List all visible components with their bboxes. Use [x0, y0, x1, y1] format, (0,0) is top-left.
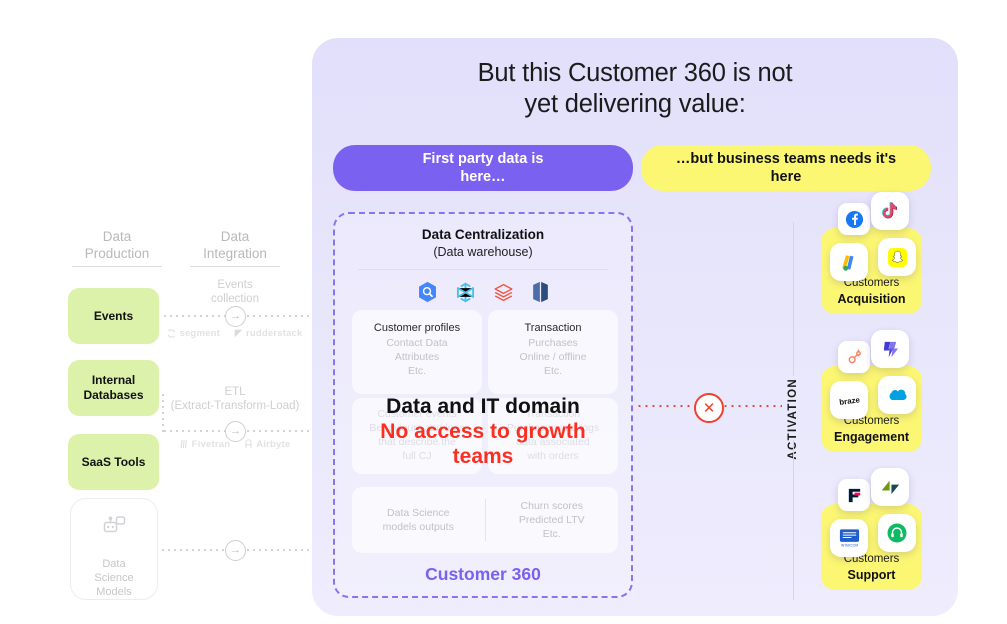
x-circle-icon: ✕: [694, 393, 724, 423]
card-ds-models-body: Data Science models outputs: [382, 507, 454, 533]
overlay-data-it-domain: Data and IT domain: [386, 395, 580, 418]
arrow-ds: →: [225, 540, 246, 561]
snapchat-icon[interactable]: [878, 238, 916, 276]
pill-first-party-data[interactable]: First party data is here…: [333, 145, 633, 191]
customer-360-label: Customer 360: [425, 564, 541, 584]
connector-etl-left: [162, 430, 226, 432]
column-header-data-integration: Data Integration: [203, 229, 267, 261]
card-data-science-outputs: Data Science models outputs Churn scores…: [352, 487, 618, 553]
redshift-icon: [531, 281, 550, 303]
hubspot-icon[interactable]: [838, 341, 870, 373]
diagram-canvas: Data Production Data Integration Events …: [0, 0, 1007, 624]
column-rule-integration: [190, 266, 280, 267]
helpdesk-icon[interactable]: [878, 514, 916, 552]
facebook-icon[interactable]: [838, 203, 870, 235]
rudderstack-icon: [234, 329, 243, 338]
arrow-etl: →: [225, 421, 246, 442]
card-customer-profiles-head: Customer profiles: [373, 322, 461, 334]
acquisition-line2: Acquisition: [837, 292, 906, 306]
arrow-glyph: →: [230, 310, 241, 322]
ds-models-label: Data Science Models: [94, 557, 134, 598]
connector-blocked-right: [722, 405, 782, 407]
connector-ds-left: [160, 549, 226, 551]
svg-text:braze: braze: [838, 395, 860, 407]
vendor-airbyte: Airbyte: [244, 439, 290, 450]
braze-icon[interactable]: braze: [830, 381, 868, 419]
card-transaction-head: Transaction: [524, 322, 582, 334]
connector-db-vertical: [162, 392, 164, 432]
vendor-row-events: segment rudderstack: [168, 326, 302, 340]
panel-title: But this Customer 360 is not yet deliver…: [477, 59, 793, 118]
intercom-icon[interactable]: INTERCOM: [830, 519, 868, 557]
data-centralization-rule: [358, 269, 608, 270]
databricks-icon: [493, 282, 514, 303]
source-box-data-science-models[interactable]: Data Science Models: [70, 498, 158, 600]
bigquery-icon: [417, 281, 438, 303]
support-line2: Support: [847, 568, 896, 582]
vendor-airbyte-label: Airbyte: [256, 438, 291, 450]
overlay-no-access: No access to growth teams: [380, 420, 586, 468]
vendor-segment: segment: [167, 327, 220, 339]
iterable-icon[interactable]: [871, 330, 909, 368]
salesforce-icon[interactable]: [878, 376, 916, 414]
card-transaction-body: Purchases Online / offline Etc.: [519, 337, 587, 377]
activation-rule-bottom: [793, 440, 794, 600]
front-icon[interactable]: [838, 479, 870, 511]
integration-label-events-collection: Events collection: [211, 279, 259, 305]
segment-icon: [167, 328, 176, 338]
card-transaction: Transaction Purchases Online / offline E…: [488, 310, 618, 394]
x-glyph: ✕: [702, 399, 716, 417]
card-customer-profiles-body: Contact Data Attributes Etc.: [386, 337, 448, 377]
warehouse-icon-row: [343, 278, 623, 306]
tiktok-icon[interactable]: [871, 192, 909, 230]
svg-text:INTERCOM: INTERCOM: [840, 544, 858, 548]
data-centralization-subtitle: (Data warehouse): [433, 245, 533, 259]
integration-label-etl: ETL (Extract-Transform-Load): [170, 386, 300, 412]
zendesk-icon[interactable]: [871, 468, 909, 506]
snowflake-icon: [455, 282, 476, 303]
source-box-events[interactable]: Events: [68, 288, 159, 344]
pill-business-teams[interactable]: …but business teams needs it's here: [641, 145, 931, 191]
arrow-events: →: [225, 306, 246, 327]
card-customer-profiles: Customer profiles Contact Data Attribute…: [352, 310, 482, 394]
arrow-glyph: →: [230, 425, 241, 437]
connector-blocked-left: [636, 405, 698, 407]
pill-left-label: First party data is here…: [422, 151, 544, 185]
arrow-glyph: →: [230, 544, 241, 556]
connector-events-left: [162, 315, 226, 317]
airbyte-icon: [244, 439, 253, 449]
vendor-fivetran: Fivetran: [180, 439, 231, 450]
engagement-line2: Engagement: [833, 430, 909, 444]
source-box-saas-tools[interactable]: SaaS Tools: [68, 434, 159, 490]
column-rule-production: [72, 266, 162, 267]
activation-rule-top: [793, 222, 794, 376]
google-ads-icon[interactable]: [830, 243, 868, 281]
pill-right-label: …but business teams needs it's here: [675, 151, 897, 185]
robot-icon: [101, 500, 127, 552]
vendor-segment-label: segment: [179, 327, 220, 339]
data-centralization-title: Data Centralization: [421, 227, 545, 242]
fivetran-icon: [180, 439, 189, 449]
vendor-fivetran-label: Fivetran: [191, 438, 231, 450]
card-churn-scores-body: Churn scores Predicted LTV Etc.: [518, 500, 585, 540]
vendor-rudderstack-label: rudderstack: [245, 327, 303, 339]
source-box-internal-databases[interactable]: Internal Databases: [68, 360, 159, 416]
column-header-data-production: Data Production: [84, 229, 150, 261]
vendor-rudderstack: rudderstack: [234, 328, 303, 339]
